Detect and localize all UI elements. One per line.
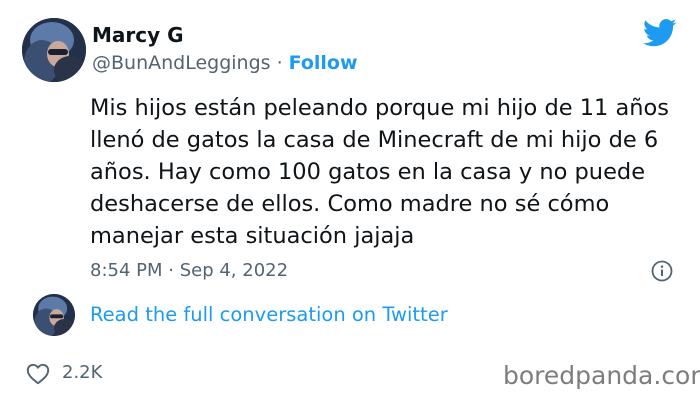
read-full-conversation-link[interactable]: Read the full conversation on Twitter xyxy=(90,302,448,328)
author-handle[interactable]: @BunAndLeggings xyxy=(92,52,271,74)
avatar-portrait-small xyxy=(33,294,75,336)
follow-link[interactable]: Follow xyxy=(289,52,358,74)
info-icon[interactable] xyxy=(651,260,673,282)
twitter-bird-icon[interactable] xyxy=(643,18,677,48)
author-avatar[interactable] xyxy=(22,18,86,82)
tweet-timestamp[interactable]: 8:54 PM · Sep 4, 2022 xyxy=(90,258,288,284)
conversation-avatar xyxy=(33,294,75,336)
divider xyxy=(24,292,676,293)
tweet-card: Marcy G @BunAndLeggings · Follow Mis hijos… xyxy=(0,0,700,400)
author-handle-row: @BunAndLeggings · Follow xyxy=(92,50,358,76)
avatar-portrait xyxy=(22,18,86,82)
heart-icon[interactable] xyxy=(26,363,50,385)
watermark: boredpanda.com xyxy=(503,361,700,390)
author-name[interactable]: Marcy G xyxy=(92,22,184,48)
like-count: 2.2K xyxy=(62,362,103,383)
tweet-text: Mis hijos están peleando porque mi hijo … xyxy=(90,95,670,249)
separator-dot: · xyxy=(276,52,283,74)
